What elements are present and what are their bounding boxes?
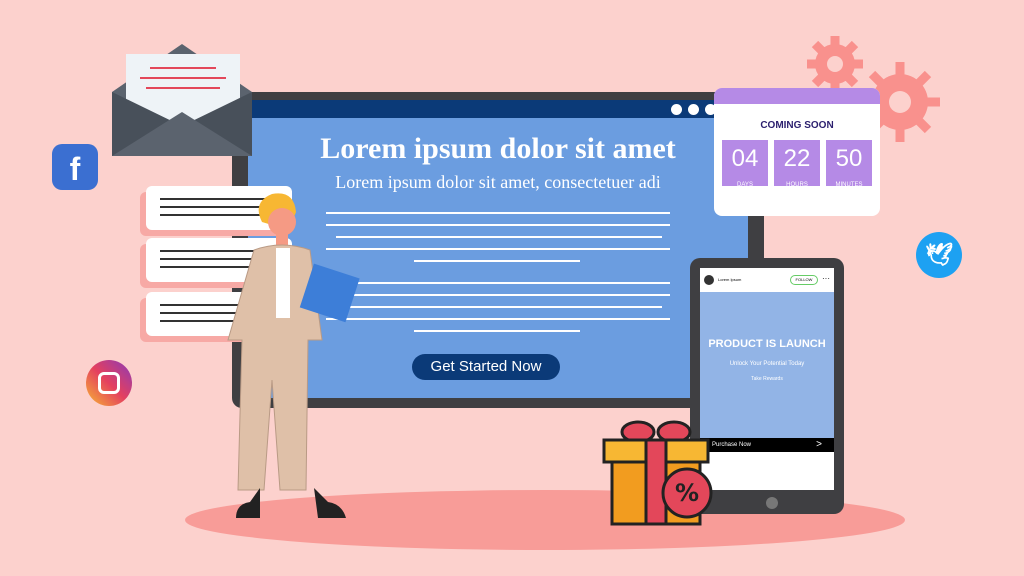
- text-line: [336, 306, 662, 308]
- text-line: [336, 236, 662, 238]
- minutes-label: MINUTES: [835, 182, 863, 188]
- text-line: [326, 282, 670, 284]
- minutes-box: 50 MINUTES: [826, 140, 872, 188]
- text-line: [414, 330, 580, 332]
- post-username: Lorem Ipsum: [718, 277, 742, 282]
- purchase-now-bar[interactable]: Purchase Now >: [700, 438, 834, 452]
- post-headline: PRODUCT IS LAUNCH: [708, 338, 826, 350]
- svg-text:%: %: [675, 479, 699, 507]
- hero-title: Lorem ipsum dolor sit amet: [320, 132, 676, 165]
- post-rewards: Take Rewards: [751, 376, 783, 382]
- text-line: [326, 248, 670, 250]
- hours-label: HOURS: [786, 182, 808, 188]
- facebook-icon: f: [52, 144, 98, 190]
- instagram-icon: [86, 360, 132, 406]
- hero-subtitle: Lorem ipsum dolor sit amet, consectetuer…: [335, 172, 661, 192]
- days-box: 04 DAYS: [722, 140, 768, 188]
- get-started-button[interactable]: Get Started Now: [412, 354, 560, 380]
- follow-button[interactable]: FOLLOW: [790, 275, 818, 285]
- discount-badge-icon: %: [661, 467, 713, 519]
- arrow-icon: >: [816, 439, 822, 450]
- minutes-value: 50: [835, 145, 863, 172]
- home-button[interactable]: [766, 497, 778, 509]
- post-tagline: Unlock Your Potential Today: [729, 361, 805, 367]
- purchase-label: Purchase Now: [712, 442, 752, 448]
- days-label: DAYS: [737, 182, 753, 188]
- text-line: [414, 260, 580, 262]
- window-dot: [671, 104, 682, 115]
- more-icon[interactable]: ···: [822, 274, 830, 283]
- hours-box: 22 HOURS: [774, 140, 820, 188]
- envelope-icon: [112, 44, 252, 156]
- countdown-calendar: COMING SOON 04 DAYS 22 HOURS 50 MINUTES: [714, 88, 880, 216]
- hours-value: 22: [783, 145, 811, 172]
- text-line: [326, 224, 670, 226]
- businesswoman-illustration: [227, 193, 360, 518]
- text-line: [326, 212, 670, 214]
- coming-soon-heading: COMING SOON: [760, 120, 834, 131]
- window-dot: [688, 104, 699, 115]
- text-line: [326, 318, 670, 320]
- text-line: [326, 294, 670, 296]
- days-value: 04: [731, 145, 759, 172]
- avatar: [704, 275, 714, 285]
- twitter-icon: 🕊: [916, 232, 962, 278]
